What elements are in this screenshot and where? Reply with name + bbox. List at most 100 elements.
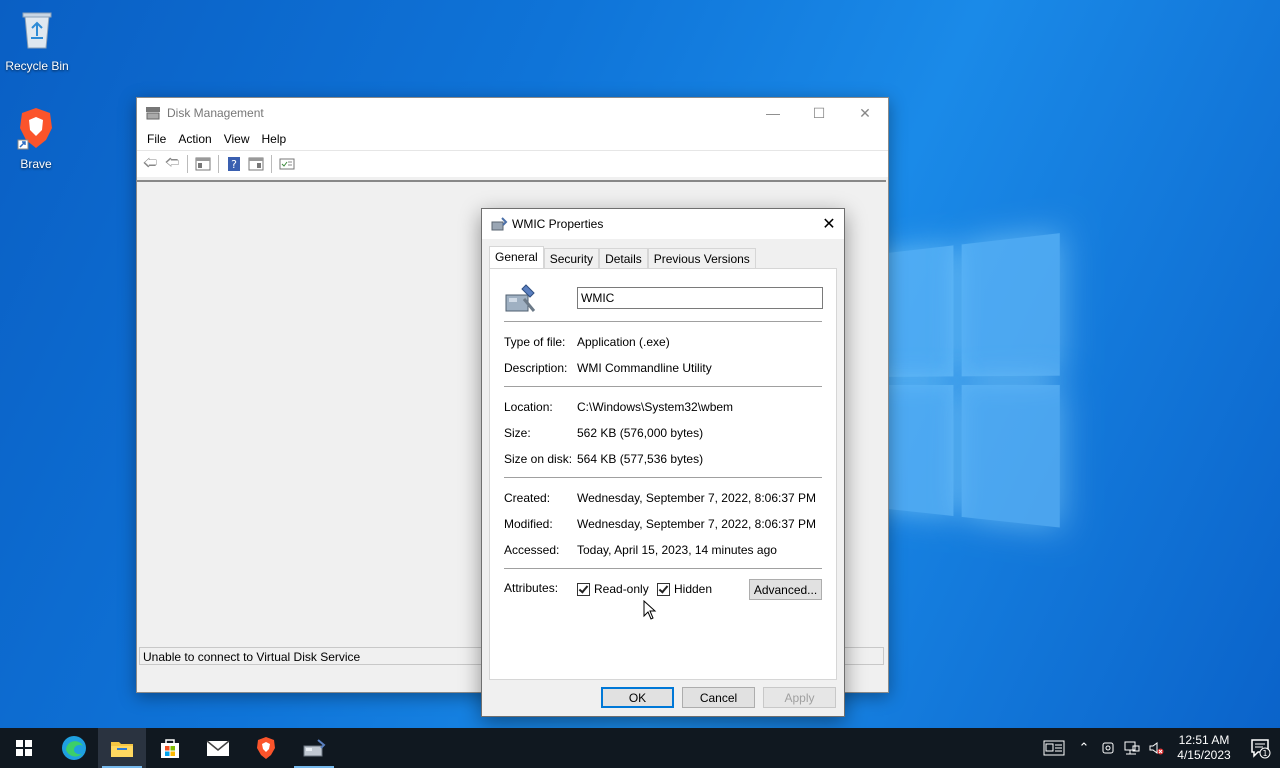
maximize-button[interactable]: ☐ (796, 98, 842, 128)
type-of-file-label: Type of file: (504, 335, 566, 349)
location-row: Location: C:\Windows\System32\wbem (504, 400, 733, 414)
desktop-icon-recycle-bin[interactable]: Recycle Bin (1, 8, 73, 73)
readonly-checkbox[interactable]: Read-only (577, 582, 649, 596)
system-tray: ⌃ 12:51 AM 4/15/2023 1 (1036, 728, 1280, 768)
windows-start-icon (16, 740, 32, 756)
dialog-close-button[interactable]: ✕ (814, 209, 844, 239)
checkbox-checked-icon (657, 582, 670, 596)
menu-action[interactable]: Action (172, 132, 217, 146)
properties-icon (279, 158, 295, 170)
size-on-disk-row: Size on disk: 564 KB (577,536 bytes) (504, 452, 703, 466)
console-tree-icon (195, 157, 211, 171)
tab-details[interactable]: Details (599, 248, 648, 269)
properties-button[interactable] (278, 155, 296, 173)
taskbar-disk-management[interactable] (290, 728, 338, 768)
desktop-icon-brave[interactable]: Brave (0, 106, 72, 171)
menu-bar: File Action View Help (137, 128, 888, 150)
close-icon: ✕ (822, 216, 836, 233)
file-explorer-icon (111, 742, 133, 757)
tray-network[interactable] (1120, 728, 1144, 768)
file-name-input[interactable] (577, 287, 823, 309)
general-tab-panel: Type of file: Application (.exe) Descript… (489, 268, 837, 680)
size-label: Size: (504, 426, 531, 440)
taskbar-clock[interactable]: 12:51 AM 4/15/2023 (1168, 733, 1240, 763)
action-pane-icon (248, 157, 264, 171)
arrow-right-icon: 🢢 (164, 154, 180, 170)
description-row: Description: WMI Commandline Utility (504, 361, 712, 375)
created-value: Wednesday, September 7, 2022, 8:06:37 PM (577, 491, 817, 505)
advanced-button[interactable]: Advanced... (749, 579, 822, 600)
mouse-cursor-icon (643, 600, 657, 620)
windows-wallpaper-logo (870, 232, 1067, 537)
type-of-file-row: Type of file: Application (.exe) (504, 335, 670, 349)
desktop-icon-label: Brave (20, 157, 52, 171)
modified-row: Modified: Wednesday, September 7, 2022, 8… (504, 517, 816, 531)
size-on-disk-value: 564 KB (577,536 bytes) (577, 452, 704, 466)
cancel-button[interactable]: Cancel (682, 687, 755, 708)
close-button[interactable]: ✕ (842, 98, 888, 128)
created-row: Created: Wednesday, September 7, 2022, 8:… (504, 491, 816, 505)
menu-help[interactable]: Help (256, 132, 293, 146)
forward-button[interactable]: 🢢 (163, 154, 181, 173)
minimize-button[interactable]: — (750, 98, 796, 128)
volume-muted-icon (1149, 742, 1164, 755)
tab-general[interactable]: General (489, 246, 544, 269)
recycle-bin-icon (22, 12, 52, 49)
size-value: 562 KB (576,000 bytes) (577, 426, 704, 440)
description-label: Description: (504, 361, 568, 375)
maximize-icon: ☐ (812, 104, 826, 121)
size-on-disk-label: Size on disk: (504, 452, 573, 466)
show-hide-console-tree-button[interactable] (194, 155, 212, 173)
properties-dialog: WMIC Properties ✕ General Security Detai… (481, 208, 845, 717)
show-hide-action-pane-button[interactable] (247, 155, 265, 173)
menu-view[interactable]: View (218, 132, 256, 146)
checkbox-checked-icon (577, 582, 590, 596)
hidden-checkbox[interactable]: Hidden (657, 582, 712, 596)
chevron-up-icon: ⌃ (1078, 740, 1090, 755)
wmic-app-icon (491, 217, 508, 231)
edge-browser-icon (62, 736, 86, 760)
disk-management-titlebar[interactable]: Disk Management — ☐ ✕ (137, 98, 888, 128)
taskbar-edge[interactable] (50, 728, 98, 768)
help-icon: ? (228, 157, 240, 171)
taskbar-mail[interactable] (194, 728, 242, 768)
show-hidden-icons-button[interactable]: ⌃ (1072, 728, 1096, 768)
taskbar: ⌃ 12:51 AM 4/15/2023 1 (0, 728, 1280, 768)
svg-text:?: ? (231, 158, 237, 171)
taskbar-file-explorer[interactable] (98, 728, 146, 768)
apply-button[interactable]: Apply (763, 687, 836, 708)
news-widget-button[interactable] (1036, 728, 1072, 768)
clock-date: 4/15/2023 (1177, 748, 1231, 762)
dialog-titlebar[interactable]: WMIC Properties ✕ (482, 209, 844, 239)
taskbar-brave[interactable] (242, 728, 290, 768)
location-value: C:\Windows\System32\wbem (577, 400, 734, 414)
brave-icon (257, 737, 275, 759)
menu-file[interactable]: File (141, 132, 172, 146)
tray-meet-now[interactable] (1096, 728, 1120, 768)
location-label: Location: (504, 400, 553, 414)
notification-icon: 1 (1251, 739, 1271, 759)
disk-management-icon (146, 107, 160, 120)
window-title: Disk Management (167, 106, 264, 120)
notification-count: 1 (1262, 749, 1267, 758)
tray-volume[interactable] (1144, 728, 1168, 768)
taskbar-microsoft-store[interactable] (146, 728, 194, 768)
created-label: Created: (504, 491, 551, 505)
brave-icon (17, 108, 52, 150)
back-button[interactable]: 🢠 (141, 154, 159, 173)
attributes-label: Attributes: (504, 581, 559, 595)
close-icon: ✕ (859, 104, 871, 121)
readonly-label: Read-only (594, 582, 649, 596)
store-bag-icon (161, 739, 179, 758)
start-button[interactable] (0, 728, 48, 768)
tab-security[interactable]: Security (543, 248, 600, 269)
help-button[interactable]: ? (225, 155, 243, 173)
modified-value: Wednesday, September 7, 2022, 8:06:37 PM (577, 517, 817, 531)
dialog-title: WMIC Properties (512, 217, 604, 231)
hidden-label: Hidden (674, 582, 713, 596)
desktop-icon-label: Recycle Bin (5, 59, 69, 73)
ok-button[interactable]: OK (601, 687, 674, 708)
action-center-button[interactable]: 1 (1240, 728, 1280, 768)
tab-previous-versions[interactable]: Previous Versions (647, 248, 756, 269)
computer-management-icon (303, 739, 326, 757)
